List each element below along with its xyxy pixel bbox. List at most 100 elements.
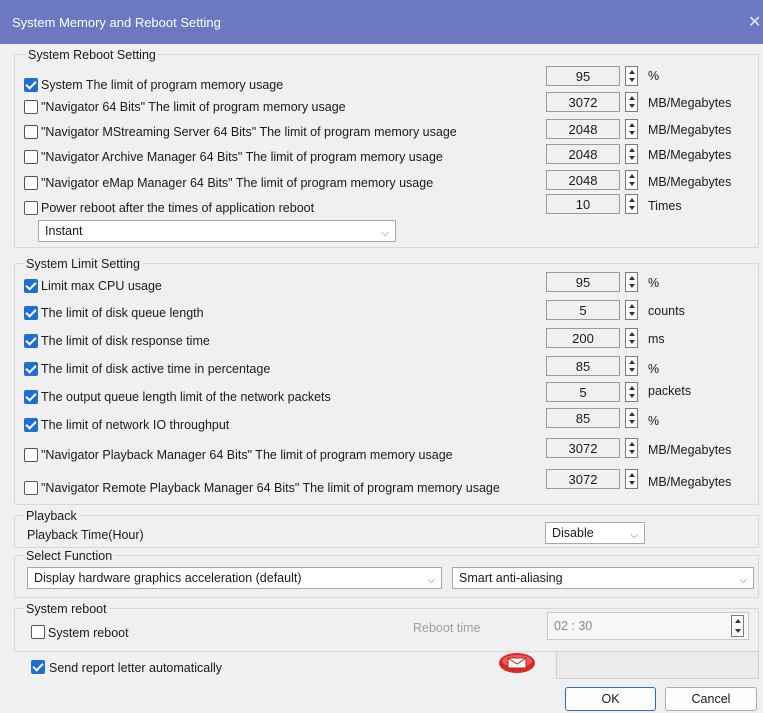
reboot-row-checkbox[interactable] bbox=[24, 150, 38, 164]
reboot-row-unit: MB/Megabytes bbox=[648, 96, 732, 110]
spinner-icon[interactable] bbox=[625, 194, 638, 214]
reboot-row-value[interactable]: 95 bbox=[546, 66, 620, 86]
limit-row-value[interactable]: 5 bbox=[546, 382, 620, 402]
spinner-icon[interactable] bbox=[625, 66, 638, 86]
send-report-label: Send report letter automatically bbox=[49, 661, 223, 675]
limit-row-label: The limit of disk response time bbox=[41, 334, 210, 348]
spinner-icon[interactable] bbox=[625, 408, 638, 428]
limit-row-value[interactable]: 85 bbox=[546, 408, 620, 428]
limit-group-title: System Limit Setting bbox=[24, 257, 142, 271]
graphics-select-value: Display hardware graphics acceleration (… bbox=[34, 571, 302, 585]
reboot-row-checkbox[interactable] bbox=[24, 125, 38, 139]
limit-row-unit: % bbox=[648, 414, 660, 428]
spinner-icon[interactable] bbox=[625, 382, 638, 402]
reboot-row-checkbox[interactable] bbox=[24, 78, 38, 92]
limit-row-checkbox[interactable] bbox=[24, 362, 38, 376]
limit-row-label: The output queue length limit of the net… bbox=[41, 390, 331, 404]
limit-row-unit: % bbox=[648, 362, 660, 376]
limit-row-label: "Navigator Remote Playback Manager 64 Bi… bbox=[41, 481, 500, 495]
reboot-mode-select[interactable]: Instant ⌵ bbox=[38, 220, 396, 242]
sysreboot-group-title: System reboot bbox=[24, 602, 109, 616]
reboot-row-value[interactable]: 2048 bbox=[546, 144, 620, 164]
reboot-row-value[interactable]: 2048 bbox=[546, 119, 620, 139]
reboot-row-label: "Navigator MStreaming Server 64 Bits" Th… bbox=[41, 125, 457, 139]
spinner-icon[interactable] bbox=[625, 469, 638, 489]
playback-time-label: Playback Time(Hour) bbox=[27, 528, 144, 542]
title-bar: System Memory and Reboot Setting ✕ bbox=[0, 0, 763, 44]
spinner-icon[interactable] bbox=[625, 438, 638, 458]
limit-row-unit: ms bbox=[648, 332, 665, 346]
limit-row-value[interactable]: 3072 bbox=[546, 469, 620, 489]
limit-row-checkbox[interactable] bbox=[24, 334, 38, 348]
spinner-icon[interactable] bbox=[625, 356, 638, 376]
system-reboot-checkbox[interactable] bbox=[31, 625, 45, 639]
ok-button[interactable]: OK bbox=[565, 687, 656, 711]
window-title: System Memory and Reboot Setting bbox=[12, 15, 221, 30]
spinner-icon[interactable] bbox=[625, 92, 638, 112]
aliasing-select[interactable]: Smart anti-aliasing ⌵ bbox=[452, 567, 754, 589]
limit-row-unit: MB/Megabytes bbox=[648, 443, 732, 457]
reboot-row-label: "Navigator Archive Manager 64 Bits" The … bbox=[41, 150, 443, 164]
reboot-row-checkbox[interactable] bbox=[24, 100, 38, 114]
reboot-row-checkbox[interactable] bbox=[24, 176, 38, 190]
close-icon[interactable]: ✕ bbox=[748, 12, 761, 32]
reboot-row-unit: % bbox=[648, 69, 660, 83]
limit-row-checkbox[interactable] bbox=[24, 448, 38, 462]
reboot-time-label: Reboot time bbox=[413, 621, 481, 635]
limit-row-value[interactable]: 5 bbox=[546, 300, 620, 320]
playback-time-select[interactable]: Disable ⌵ bbox=[545, 522, 645, 544]
reboot-row-label: "Navigator eMap Manager 64 Bits" The lim… bbox=[41, 176, 434, 190]
limit-row-value[interactable]: 200 bbox=[546, 328, 620, 348]
limit-row-unit: packets bbox=[648, 384, 692, 398]
reboot-row-unit: MB/Megabytes bbox=[648, 148, 732, 162]
reboot-row-label: "Navigator 64 Bits" The limit of program… bbox=[41, 100, 346, 114]
limit-row-checkbox[interactable] bbox=[24, 481, 38, 495]
chevron-down-icon: ⌵ bbox=[739, 575, 747, 586]
reboot-time-value: 02 : 30 bbox=[554, 619, 593, 633]
reboot-time-input[interactable]: 02 : 30 bbox=[547, 612, 749, 640]
chevron-down-icon: ⌵ bbox=[427, 575, 435, 586]
limit-row-checkbox[interactable] bbox=[24, 390, 38, 404]
limit-row-value[interactable]: 3072 bbox=[546, 438, 620, 458]
system-reboot-label: System reboot bbox=[48, 626, 129, 640]
limit-row-unit: % bbox=[648, 276, 660, 290]
playback-group-title: Playback bbox=[24, 509, 79, 523]
limit-row-label: The limit of disk active time in percent… bbox=[41, 362, 271, 376]
limit-row-unit: MB/Megabytes bbox=[648, 475, 732, 489]
limit-row-checkbox[interactable] bbox=[24, 279, 38, 293]
reboot-row-checkbox[interactable] bbox=[24, 201, 38, 215]
spinner-icon[interactable] bbox=[625, 300, 638, 320]
limit-row-label: "Navigator Playback Manager 64 Bits" The… bbox=[41, 448, 453, 462]
limit-row-unit: counts bbox=[648, 304, 685, 318]
limit-row-label: The limit of network IO throughput bbox=[41, 418, 230, 432]
limit-row-value[interactable]: 85 bbox=[546, 356, 620, 376]
send-report-checkbox[interactable] bbox=[31, 660, 45, 674]
reboot-row-value[interactable]: 2048 bbox=[546, 170, 620, 190]
spinner-icon[interactable] bbox=[731, 615, 744, 637]
reboot-row-value[interactable]: 10 bbox=[546, 194, 620, 214]
playback-time-value: Disable bbox=[552, 526, 594, 540]
reboot-mode-value: Instant bbox=[45, 224, 83, 238]
reboot-row-unit: MB/Megabytes bbox=[648, 175, 732, 189]
reboot-row-unit: Times bbox=[648, 199, 682, 213]
chevron-down-icon: ⌵ bbox=[381, 228, 389, 239]
spinner-icon[interactable] bbox=[625, 272, 638, 292]
aliasing-select-value: Smart anti-aliasing bbox=[459, 571, 563, 585]
limit-row-checkbox[interactable] bbox=[24, 306, 38, 320]
spinner-icon[interactable] bbox=[625, 119, 638, 139]
limit-row-checkbox[interactable] bbox=[24, 418, 38, 432]
graphics-select[interactable]: Display hardware graphics acceleration (… bbox=[27, 567, 442, 589]
spinner-icon[interactable] bbox=[625, 328, 638, 348]
cancel-button[interactable]: Cancel bbox=[665, 687, 757, 711]
limit-row-label: The limit of disk queue length bbox=[41, 306, 204, 320]
limit-row-label: Limit max CPU usage bbox=[41, 279, 162, 293]
reboot-row-value[interactable]: 3072 bbox=[546, 92, 620, 112]
limit-row-value[interactable]: 95 bbox=[546, 272, 620, 292]
reboot-row-label: Power reboot after the times of applicat… bbox=[41, 201, 315, 215]
mail-icon[interactable] bbox=[498, 652, 536, 677]
spinner-icon[interactable] bbox=[625, 144, 638, 164]
function-group-title: Select Function bbox=[24, 549, 115, 563]
spinner-icon[interactable] bbox=[625, 170, 638, 190]
chevron-down-icon: ⌵ bbox=[630, 530, 638, 541]
report-status-box bbox=[556, 651, 759, 679]
